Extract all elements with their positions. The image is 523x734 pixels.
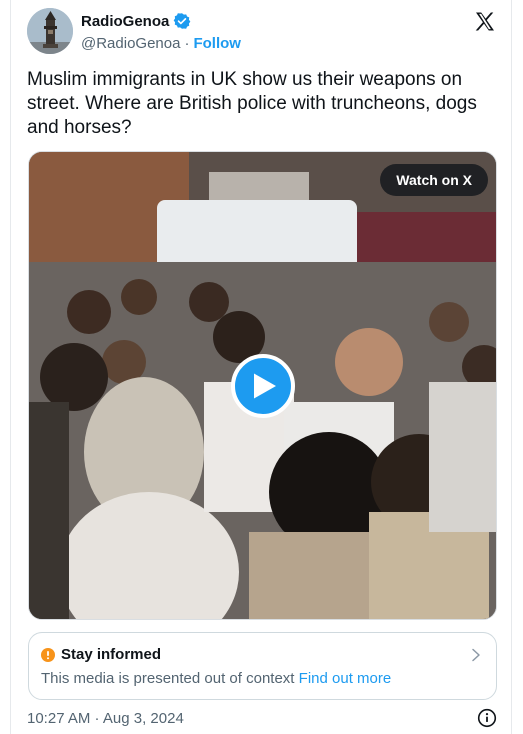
- play-icon: [254, 373, 276, 399]
- tweet-text: Muslim immigrants in UK show us their we…: [27, 69, 483, 138]
- watch-on-x-button[interactable]: Watch on X: [380, 164, 488, 196]
- name-row: RadioGenoa: [81, 11, 241, 31]
- alert-icon: [41, 647, 55, 662]
- verified-badge-icon: [174, 13, 191, 29]
- note-title: Stay informed: [61, 646, 162, 663]
- video-player[interactable]: Watch on X: [28, 151, 497, 620]
- note-body: This media is presented out of context F…: [41, 670, 391, 687]
- separator-dot: ·: [184, 34, 190, 52]
- note-body-text: This media is presented out of context: [41, 670, 295, 687]
- tweet-card: RadioGenoa @RadioGenoa · Follow Muslim i…: [10, 0, 512, 734]
- play-button[interactable]: [231, 354, 295, 418]
- info-icon[interactable]: [477, 708, 497, 728]
- handle[interactable]: @RadioGenoa: [81, 35, 180, 52]
- follow-button[interactable]: Follow: [193, 35, 241, 52]
- x-logo-icon[interactable]: [473, 10, 497, 34]
- find-out-more-link[interactable]: Find out more: [299, 670, 392, 687]
- user-block: RadioGenoa @RadioGenoa · Follow: [81, 11, 241, 53]
- timestamp[interactable]: 10:27 AM · Aug 3, 2024: [27, 710, 184, 727]
- chevron-right-icon: [472, 648, 480, 662]
- handle-row: @RadioGenoa · Follow: [81, 33, 241, 53]
- tweet-footer: 10:27 AM · Aug 3, 2024: [27, 708, 497, 730]
- context-note[interactable]: Stay informed This media is presented ou…: [28, 632, 497, 700]
- avatar[interactable]: [27, 8, 73, 54]
- display-name[interactable]: RadioGenoa: [81, 13, 169, 30]
- tower-avatar-icon: [27, 8, 73, 54]
- tweet-header: RadioGenoa @RadioGenoa · Follow: [27, 8, 497, 56]
- note-title-row: Stay informed: [41, 646, 161, 663]
